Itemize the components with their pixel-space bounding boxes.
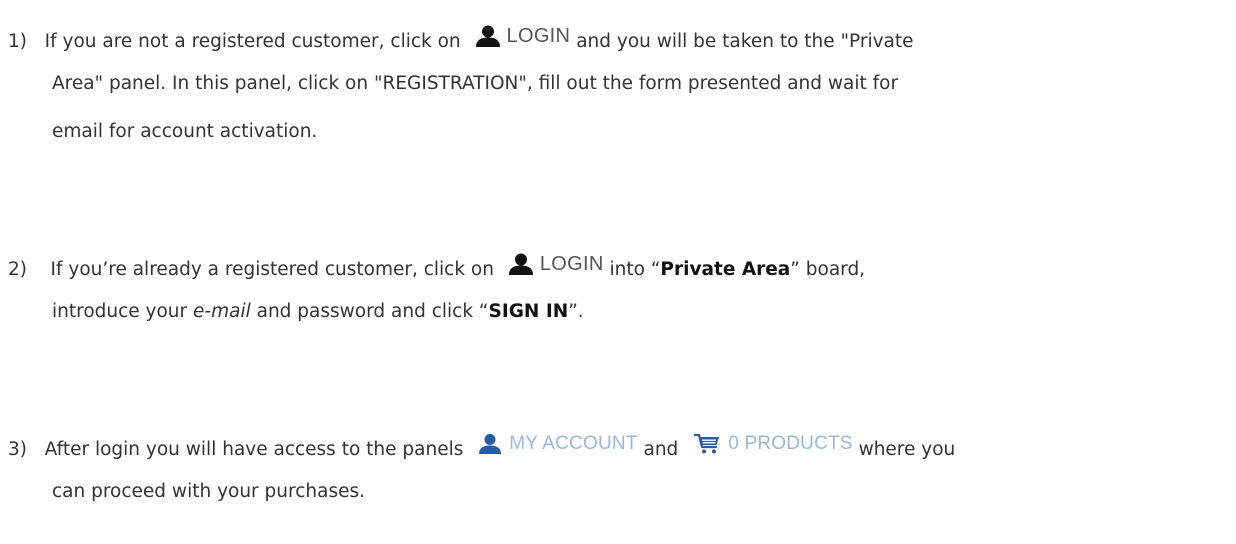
step-2-line-2-end: ”. [568, 301, 584, 322]
my-account-button[interactable]: MY ACCOUNT [469, 432, 637, 456]
user-icon [508, 253, 533, 275]
login-button[interactable]: LOGIN [500, 252, 604, 276]
step-2-text: If you’re already a registered customer,… [50, 259, 494, 280]
sign-in-label: SIGN IN [488, 301, 569, 322]
step-1-text: If you are not a registered customer, cl… [44, 31, 461, 52]
step-2-into: into “ [609, 259, 661, 280]
email-term: e-mail [193, 301, 251, 322]
step-1-line-3: email for account activation. [52, 121, 318, 142]
products-label: 0 PRODUCTS [728, 433, 853, 454]
login-label: LOGIN [506, 25, 571, 47]
step-2-line-1: 2) If you’re already a registered custom… [8, 252, 865, 282]
step-number: 2) [8, 259, 27, 280]
user-icon [475, 25, 500, 47]
step-1-text-after: and you will be taken to the "Private [576, 31, 914, 52]
step-number: 3) [8, 439, 27, 460]
private-area-label: Private Area [660, 259, 791, 280]
step-1-line-1: 1) If you are not a registered customer,… [8, 24, 914, 54]
login-button[interactable]: LOGIN [467, 24, 571, 48]
step-3-line-1: 3) After login you will have access to t… [8, 432, 955, 462]
step-2-line-2-mid: and password and click “ [250, 301, 489, 322]
step-2-line-2: introduce your e-mail and password and c… [52, 300, 584, 324]
step-3-and: and [643, 439, 679, 460]
step-2-line-2-pre: introduce your [52, 301, 194, 322]
step-1-line-2: Area" panel. In this panel, click on "RE… [52, 73, 899, 94]
step-3-after: where you [858, 439, 956, 460]
step-2-board: ” board, [790, 259, 866, 280]
cart-icon [694, 433, 720, 454]
step-3-text: After login you will have access to the … [44, 439, 464, 460]
user-icon [479, 434, 502, 454]
products-button[interactable]: 0 PRODUCTS [684, 432, 852, 456]
my-account-label: MY ACCOUNT [509, 433, 638, 454]
step-number: 1) [8, 31, 27, 52]
step-3-line-2: can proceed with your purchases. [52, 481, 365, 502]
login-label: LOGIN [539, 253, 604, 275]
